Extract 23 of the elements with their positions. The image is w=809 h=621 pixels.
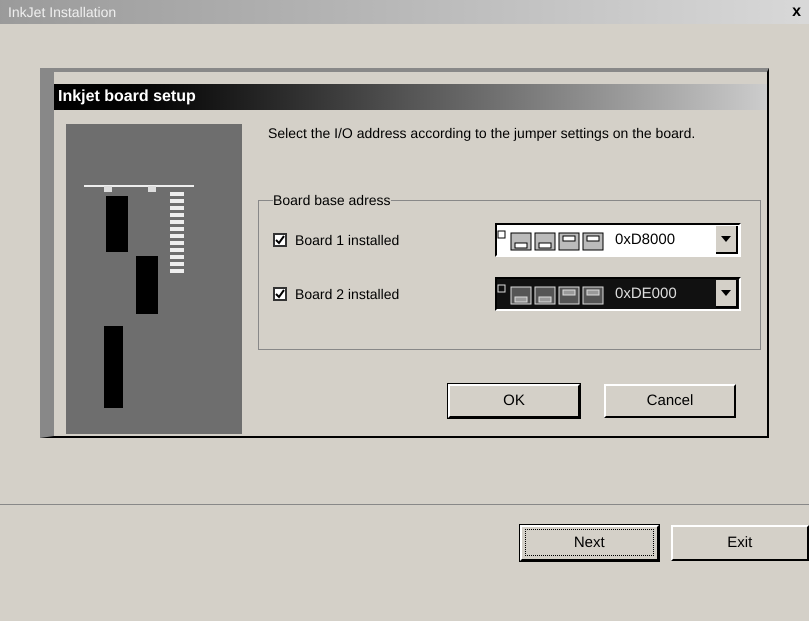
close-button[interactable]: x — [792, 0, 801, 24]
exit-button[interactable]: Exit — [670, 525, 809, 561]
checkbox-label: Board 2 installed — [295, 284, 400, 304]
checkbox-label: Board 1 installed — [295, 230, 400, 250]
group-title: Board base adress — [273, 191, 391, 210]
dropdown-arrow-button[interactable] — [716, 280, 738, 308]
caret-icon — [721, 290, 731, 296]
dialog-title: Inkjet board setup — [58, 87, 196, 107]
address-dropdown[interactable]: 0xD8000 — [495, 223, 741, 257]
instruction-text: Select the I/O address according to the jumper settings on the board. — [267, 124, 696, 142]
checkmark-icon — [275, 235, 285, 245]
address-value: 0xD8000 — [615, 230, 676, 250]
dropdown-arrow-button[interactable] — [716, 226, 738, 254]
window-title: InkJet Installation — [8, 2, 116, 22]
address-dropdown[interactable]: 0xDE000 — [495, 277, 741, 311]
caret-icon — [721, 236, 731, 242]
dialog-button[interactable]: Cancel — [604, 384, 736, 418]
checkmark-icon — [275, 289, 285, 299]
checkbox[interactable] — [273, 287, 287, 301]
dialog-button[interactable]: OK — [448, 384, 580, 418]
next-button[interactable]: Next — [520, 525, 658, 561]
checkbox[interactable] — [273, 233, 287, 247]
address-value: 0xDE000 — [615, 284, 678, 304]
